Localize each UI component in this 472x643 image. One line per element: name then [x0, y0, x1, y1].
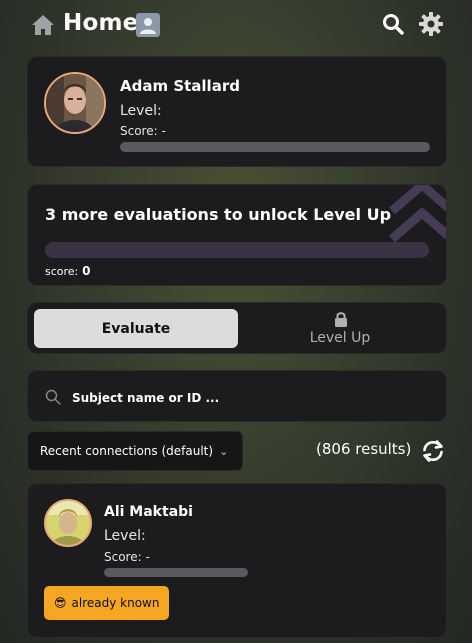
search-input[interactable] — [70, 385, 434, 411]
profile-level: Level: — [120, 103, 162, 119]
profile-name: Adam Stallard — [120, 77, 240, 95]
refresh-icon[interactable] — [420, 438, 446, 464]
tab-bar: Evaluate Level Up — [27, 302, 447, 354]
connection-score-bar — [104, 568, 248, 577]
evaluations-score-value: 0 — [82, 264, 91, 278]
avatar — [44, 499, 92, 547]
profile-card[interactable]: Adam Stallard Level: Score: - — [27, 56, 447, 167]
status-badge: 😎 already known — [44, 586, 170, 620]
results-count: (806 results) — [316, 440, 412, 458]
profile-icon[interactable] — [136, 13, 160, 37]
evaluations-progress-bar — [45, 242, 429, 258]
profile-score-bar — [120, 142, 430, 152]
header: Home — [0, 0, 472, 52]
lock-icon — [335, 312, 347, 327]
evaluations-score-label: score: — [45, 265, 79, 278]
chevron-up-icon — [389, 185, 446, 243]
connections-filter-dropdown[interactable]: Recent connections (default) ⌄ — [27, 431, 243, 471]
connection-level: Level: — [104, 528, 146, 544]
connection-card[interactable]: Ali Maktabi Level: Score: - 😎 already kn… — [27, 483, 447, 638]
filter-selected-value: Recent connections (default) — [40, 444, 214, 458]
chevron-down-icon: ⌄ — [219, 444, 229, 458]
status-badge-label: already known — [71, 596, 160, 610]
sunglasses-icon: 😎 — [54, 596, 67, 610]
home-icon[interactable] — [31, 14, 55, 36]
search-icon[interactable] — [382, 13, 404, 35]
profile-score: Score: - — [120, 124, 166, 138]
tab-evaluate[interactable]: Evaluate — [34, 309, 238, 348]
gear-icon[interactable] — [418, 11, 444, 37]
tab-level-up-label: Level Up — [309, 330, 371, 346]
tab-level-up[interactable]: Level Up — [238, 309, 442, 348]
evaluations-card: 3 more evaluations to unlock Level Up sc… — [27, 184, 447, 286]
search-icon — [45, 389, 61, 405]
evaluations-score: score: 0 — [45, 264, 90, 278]
avatar — [44, 72, 106, 134]
page-title: Home — [63, 10, 139, 36]
evaluations-message: 3 more evaluations to unlock Level Up — [45, 205, 392, 224]
connection-score: Score: - — [104, 550, 150, 564]
connection-name: Ali Maktabi — [104, 504, 193, 520]
search-box[interactable] — [27, 370, 447, 422]
